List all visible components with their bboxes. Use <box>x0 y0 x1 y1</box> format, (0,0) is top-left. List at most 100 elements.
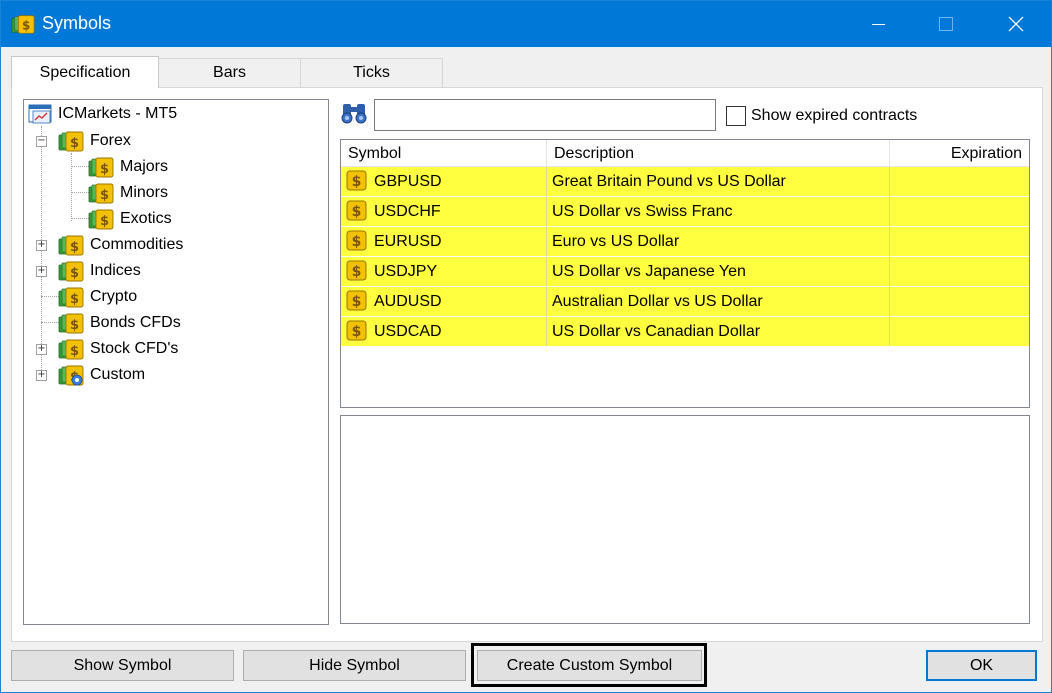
tab-ticks[interactable]: Ticks <box>300 58 443 87</box>
cell-separator <box>889 197 890 226</box>
tree-item-label: Crypto <box>90 288 138 305</box>
tree-line <box>41 126 42 376</box>
table-row[interactable]: USDCHF US Dollar vs Swiss Franc <box>341 197 1029 227</box>
cell-separator <box>889 167 890 196</box>
custom-expand-toggle[interactable]: + <box>36 370 47 381</box>
tree-item-label: Exotics <box>120 210 172 227</box>
minimize-icon <box>871 23 885 25</box>
tree-item-label: Forex <box>90 132 131 149</box>
hide-symbol-button[interactable]: Hide Symbol <box>243 650 466 681</box>
cell-separator <box>546 317 547 346</box>
table-row[interactable]: USDJPY US Dollar vs Japanese Yen <box>341 257 1029 287</box>
symbols-dollar-icon <box>11 12 35 36</box>
symbol-folder-icon <box>58 286 84 308</box>
cell-separator <box>546 287 547 316</box>
tree-item-commodities[interactable]: Commodities <box>58 233 183 257</box>
symbol-folder-icon <box>88 182 114 204</box>
cell-symbol: AUDUSD <box>374 293 442 310</box>
tree-item-bonds-cfds[interactable]: Bonds CFDs <box>58 311 181 335</box>
show-expired-label[interactable]: Show expired contracts <box>751 107 917 125</box>
show-symbol-button[interactable]: Show Symbol <box>11 650 234 681</box>
cell-description: US Dollar vs Japanese Yen <box>552 263 746 280</box>
stocks-expand-toggle[interactable]: + <box>36 344 47 355</box>
tree-item-indices[interactable]: Indices <box>58 259 141 283</box>
minimize-button[interactable] <box>843 1 913 47</box>
terminal-icon <box>28 104 52 124</box>
tree-item-label: Bonds CFDs <box>90 314 181 331</box>
symbol-details-panel[interactable] <box>340 415 1030 624</box>
cell-separator <box>546 197 547 226</box>
cell-separator <box>546 227 547 256</box>
tree-item-minors[interactable]: Minors <box>88 181 168 205</box>
cell-symbol: USDCHF <box>374 203 441 220</box>
symbol-dollar-icon <box>346 230 367 251</box>
tree-line <box>71 192 89 193</box>
table-row[interactable]: GBPUSD Great Britain Pound vs US Dollar <box>341 167 1029 197</box>
table-header: Symbol Description Expiration <box>341 140 1029 167</box>
cell-description: US Dollar vs Swiss Franc <box>552 203 733 220</box>
symbol-search-input[interactable] <box>374 99 716 131</box>
tree-line <box>41 322 59 323</box>
close-icon <box>1008 16 1024 32</box>
tree-line <box>41 296 59 297</box>
forex-collapse-toggle[interactable]: − <box>36 136 47 147</box>
table-row[interactable]: AUDUSD Australian Dollar vs US Dollar <box>341 287 1029 317</box>
tab-bars[interactable]: Bars <box>158 58 301 87</box>
tree-item-custom[interactable]: Custom <box>58 363 145 387</box>
cell-description: Great Britain Pound vs US Dollar <box>552 173 786 190</box>
symbol-folder-icon <box>58 338 84 360</box>
symbols-table[interactable]: Symbol Description Expiration GBPUSD Gre… <box>340 139 1030 408</box>
cell-separator <box>889 287 890 316</box>
cell-symbol: GBPUSD <box>374 173 442 190</box>
symbol-tree[interactable]: ICMarkets - MT5 − Forex Majors Minors Ex… <box>23 99 329 625</box>
tree-item-majors[interactable]: Majors <box>88 155 169 179</box>
tree-item-label: Custom <box>90 366 146 383</box>
symbol-folder-icon <box>58 130 84 152</box>
cell-symbol: EURUSD <box>374 233 442 250</box>
create-custom-symbol-button[interactable]: Create Custom Symbol <box>477 650 702 681</box>
indices-expand-toggle[interactable]: + <box>36 266 47 277</box>
symbol-dollar-icon <box>346 200 367 221</box>
cell-description: Euro vs US Dollar <box>552 233 680 250</box>
tab-specification[interactable]: Specification <box>11 56 159 88</box>
cell-separator <box>546 167 547 196</box>
cell-description: US Dollar vs Canadian Dollar <box>552 323 761 340</box>
tree-line <box>71 153 72 221</box>
symbol-dollar-icon <box>346 260 367 281</box>
tree-item-label: Minors <box>120 184 169 201</box>
column-header-symbol[interactable]: Symbol <box>341 140 547 167</box>
tree-root[interactable]: ICMarkets - MT5 <box>28 102 177 126</box>
symbol-dollar-icon <box>346 170 367 191</box>
maximize-button[interactable] <box>911 1 981 47</box>
tree-item-label: Commodities <box>90 236 184 253</box>
window-title: Symbols <box>42 13 112 33</box>
cell-separator <box>889 227 890 256</box>
cell-separator <box>889 317 890 346</box>
symbol-folder-icon <box>58 312 84 334</box>
commodities-expand-toggle[interactable]: + <box>36 240 47 251</box>
cell-symbol: USDJPY <box>374 263 438 280</box>
binoculars-icon[interactable] <box>341 101 367 125</box>
tree-item-label: Indices <box>90 262 141 279</box>
ok-button[interactable]: OK <box>926 650 1037 681</box>
column-header-description[interactable]: Description <box>547 140 890 167</box>
title-bar[interactable]: Symbols <box>1 1 1051 47</box>
column-header-expiration[interactable]: Expiration <box>890 140 1029 167</box>
cell-description: Australian Dollar vs US Dollar <box>552 293 763 310</box>
table-row[interactable]: EURUSD Euro vs US Dollar <box>341 227 1029 257</box>
tree-item-label: Majors <box>120 158 169 176</box>
tree-item-label: Stock CFD's <box>90 340 179 357</box>
tree-line <box>71 218 89 219</box>
tree-line <box>71 166 89 167</box>
tree-item-exotics[interactable]: Exotics <box>88 207 172 231</box>
symbol-folder-icon <box>88 156 114 178</box>
table-row[interactable]: USDCAD US Dollar vs Canadian Dollar <box>341 317 1029 347</box>
cell-separator <box>889 257 890 286</box>
show-expired-checkbox[interactable] <box>726 106 746 126</box>
tree-item-forex[interactable]: Forex <box>58 129 131 153</box>
symbol-dollar-icon <box>346 320 367 341</box>
tree-item-stock-cfds[interactable]: Stock CFD's <box>58 337 178 361</box>
tree-item-crypto[interactable]: Crypto <box>58 285 137 309</box>
close-button[interactable] <box>981 1 1051 47</box>
maximize-icon <box>939 17 953 31</box>
